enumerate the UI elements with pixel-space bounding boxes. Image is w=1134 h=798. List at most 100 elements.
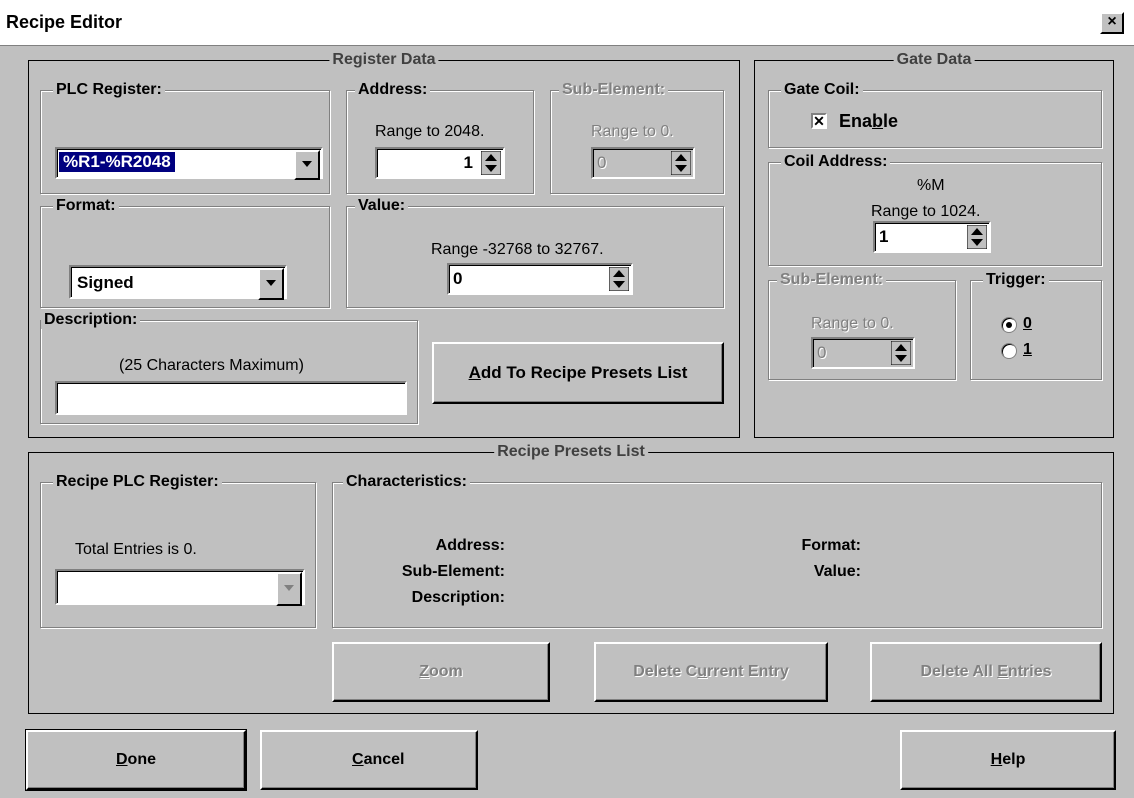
enable-label-accel: b bbox=[872, 111, 884, 131]
coil-address-prefix: %M bbox=[917, 177, 945, 194]
coil-address-group: Coil Address: %M Range to 1024. 1 bbox=[768, 153, 1102, 266]
spin-updown-icon[interactable] bbox=[671, 151, 691, 175]
description-group: Description: (25 Characters Maximum) bbox=[40, 311, 418, 424]
delete-current-accel: u bbox=[697, 663, 707, 680]
trigger-radio-1[interactable] bbox=[1001, 343, 1017, 359]
trigger-option-0-label: 0 bbox=[1023, 315, 1032, 332]
window-title: Recipe Editor bbox=[6, 12, 123, 32]
coil-address-value: 1 bbox=[879, 227, 889, 246]
dropdown-arrow-icon[interactable] bbox=[294, 150, 320, 180]
address-range: Range to 2048. bbox=[375, 123, 485, 140]
characteristic-address-label: Address: bbox=[435, 537, 505, 554]
trigger-label: Trigger: bbox=[983, 271, 1049, 289]
gate-sub-element-spinner[interactable]: 0 bbox=[811, 337, 915, 369]
add-button-accel: A bbox=[468, 363, 481, 382]
recipe-plc-register-group: Recipe PLC Register: Total Entries is 0. bbox=[40, 473, 316, 628]
recipe-plc-register-select[interactable] bbox=[55, 569, 305, 606]
enable-label-pre: Ena bbox=[839, 111, 873, 131]
sub-element-value: 0 bbox=[597, 153, 607, 172]
address-value: 1 bbox=[463, 153, 473, 172]
description-hint: (25 Characters Maximum) bbox=[119, 357, 304, 374]
trigger-radio-0[interactable] bbox=[1001, 317, 1017, 333]
delete-all-accel: E bbox=[997, 663, 1008, 680]
plc-register-select[interactable]: %R1-%R2048 bbox=[55, 147, 323, 180]
trigger-option-1-label: 1 bbox=[1023, 341, 1032, 358]
gate-sub-element-range: Range to 0. bbox=[811, 315, 894, 332]
address-label: Address: bbox=[355, 81, 431, 99]
coil-address-label: Coil Address: bbox=[781, 153, 891, 171]
format-value: Signed bbox=[77, 273, 134, 292]
description-label: Description: bbox=[41, 311, 141, 329]
spin-updown-icon[interactable] bbox=[481, 151, 501, 175]
characteristic-description-label: Description: bbox=[411, 589, 505, 606]
spin-updown-icon[interactable] bbox=[609, 267, 629, 291]
enable-checkbox[interactable]: ✕ bbox=[811, 113, 827, 129]
sub-element-label: Sub-Element: bbox=[559, 81, 669, 99]
value-value: 0 bbox=[453, 269, 463, 288]
total-entries-text: Total Entries is 0. bbox=[75, 541, 197, 558]
cancel-button-label: ancel bbox=[363, 751, 405, 768]
value-range: Range -32768 to 32767. bbox=[431, 241, 604, 258]
recipe-plc-register-label: Recipe PLC Register: bbox=[53, 473, 222, 491]
close-icon[interactable]: × bbox=[1100, 12, 1124, 34]
characteristic-value-label: Value: bbox=[813, 563, 861, 580]
gate-sub-element-value: 0 bbox=[817, 343, 827, 362]
format-select[interactable]: Signed bbox=[69, 265, 287, 300]
help-button-accel: H bbox=[990, 751, 1003, 768]
description-input[interactable] bbox=[55, 381, 407, 415]
sub-element-spinner[interactable]: 0 bbox=[591, 147, 695, 179]
plc-register-label: PLC Register: bbox=[53, 81, 165, 99]
value-group: Value: Range -32768 to 32767. 0 bbox=[346, 197, 724, 308]
dropdown-arrow-icon[interactable] bbox=[258, 268, 284, 300]
value-spinner[interactable]: 0 bbox=[447, 263, 633, 295]
delete-all-post: ntries bbox=[1007, 663, 1052, 680]
sub-element-group: Sub-Element: Range to 0. 0 bbox=[550, 81, 724, 194]
coil-address-range: Range to 1024. bbox=[871, 203, 981, 220]
trigger-option-0[interactable]: 0 bbox=[1023, 315, 1032, 333]
zoom-button-label: oom bbox=[429, 663, 463, 680]
gate-sub-element-label: Sub-Element: bbox=[777, 271, 887, 289]
dropdown-arrow-icon[interactable] bbox=[276, 572, 302, 606]
spin-updown-icon[interactable] bbox=[891, 341, 911, 365]
format-group: Format: Signed bbox=[40, 197, 330, 308]
address-group: Address: Range to 2048. 1 bbox=[346, 81, 534, 194]
plc-register-group: PLC Register: %R1-%R2048 bbox=[40, 81, 330, 194]
done-button-accel: D bbox=[115, 751, 128, 768]
plc-register-value: %R1-%R2048 bbox=[59, 152, 175, 172]
trigger-option-1[interactable]: 1 bbox=[1023, 341, 1032, 359]
gate-coil-label: Gate Coil: bbox=[781, 81, 863, 99]
delete-all-entries-button[interactable]: Delete All Entries bbox=[870, 642, 1102, 702]
title-bar: Recipe Editor × bbox=[0, 0, 1134, 46]
delete-current-pre: Delete C bbox=[633, 663, 698, 680]
value-label: Value: bbox=[355, 197, 409, 215]
zoom-button-accel: Z bbox=[419, 663, 429, 680]
characteristics-group: Characteristics: Address: Sub-Element: D… bbox=[332, 473, 1102, 628]
help-button-label: elp bbox=[1002, 751, 1026, 768]
gate-coil-group: Gate Coil: ✕ Enable bbox=[768, 81, 1102, 148]
address-spinner[interactable]: 1 bbox=[375, 147, 505, 179]
done-button-label: one bbox=[127, 751, 156, 768]
register-data-title: Register Data bbox=[329, 51, 439, 69]
cancel-button-accel: C bbox=[352, 751, 364, 768]
help-button[interactable]: Help bbox=[900, 730, 1116, 790]
delete-all-pre: Delete All bbox=[920, 663, 998, 680]
recipe-presets-title: Recipe Presets List bbox=[494, 443, 648, 461]
zoom-button[interactable]: Zoom bbox=[332, 642, 550, 702]
add-to-recipe-presets-button[interactable]: Add To Recipe Presets List bbox=[432, 342, 724, 404]
delete-current-entry-button[interactable]: Delete Current Entry bbox=[594, 642, 828, 702]
cancel-button[interactable]: Cancel bbox=[260, 730, 478, 790]
sub-element-range: Range to 0. bbox=[591, 123, 674, 140]
characteristic-format-label: Format: bbox=[801, 537, 861, 554]
characteristic-sub-element-label: Sub-Element: bbox=[401, 563, 505, 580]
gate-data-title: Gate Data bbox=[893, 51, 975, 69]
done-button[interactable]: Done bbox=[26, 730, 246, 790]
trigger-group: Trigger: 0 1 bbox=[970, 271, 1102, 380]
spin-updown-icon[interactable] bbox=[967, 225, 987, 249]
gate-sub-element-group: Sub-Element: Range to 0. 0 bbox=[768, 271, 956, 380]
delete-current-post: rrent Entry bbox=[707, 663, 789, 680]
enable-label[interactable]: Enable bbox=[839, 111, 898, 132]
characteristics-label: Characteristics: bbox=[343, 473, 470, 491]
coil-address-spinner[interactable]: 1 bbox=[873, 221, 991, 253]
add-button-label: dd To Recipe Presets List bbox=[480, 363, 688, 382]
format-label: Format: bbox=[53, 197, 119, 215]
